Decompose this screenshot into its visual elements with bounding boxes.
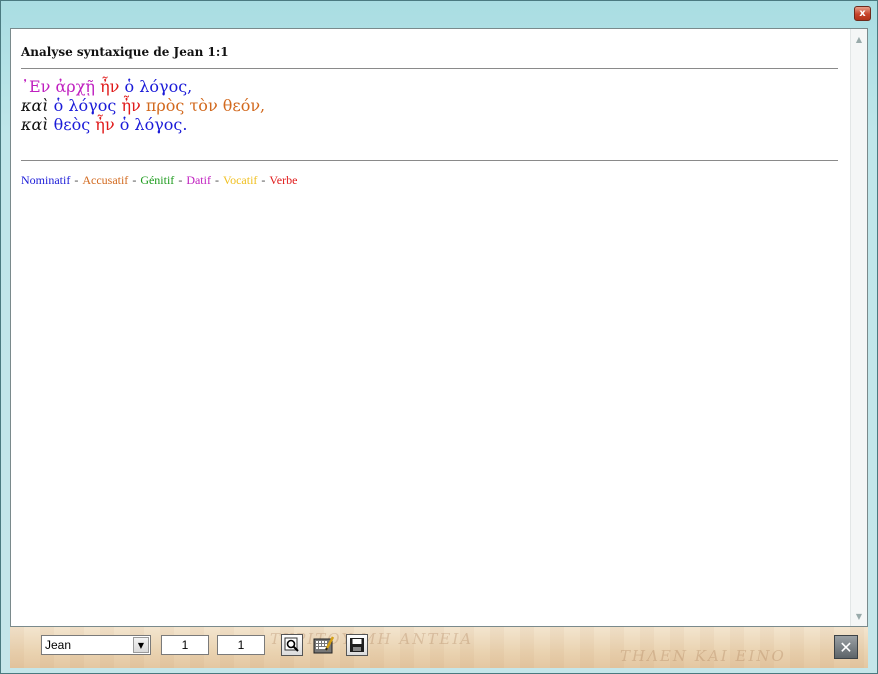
floppy-disk-icon <box>350 638 364 652</box>
greek-word: ὁ <box>53 96 64 115</box>
greek-word: θεὸς <box>53 115 91 134</box>
titlebar: x <box>1 1 877 27</box>
legend-item: Datif <box>186 173 211 187</box>
close-button[interactable]: ✕ <box>834 635 858 659</box>
greek-word: λόγος <box>68 96 117 115</box>
legend-item: Nominatif <box>21 173 71 187</box>
greek-word: ἀρχῇ <box>55 77 96 96</box>
verse-line: καὶ ὁ λόγος ἦν πρὸς τὸν θεόν, <box>21 96 838 115</box>
keyboard-edit-button[interactable] <box>313 634 335 656</box>
close-icon: x <box>859 8 866 19</box>
close-icon: ✕ <box>839 637 853 657</box>
greek-word: ἦν <box>95 115 115 134</box>
greek-word: ἦν <box>121 96 141 115</box>
greek-word: πρὸς <box>145 96 185 115</box>
vertical-scrollbar[interactable]: ▲ ▼ <box>850 29 867 626</box>
legend-separator: - <box>214 173 219 187</box>
search-button[interactable] <box>281 634 303 656</box>
page-title: Analyse syntaxique de Jean 1:1 <box>21 45 838 69</box>
legend-item: Vocatif <box>222 173 258 187</box>
greek-word: καὶ <box>21 96 49 115</box>
verse-line: ᾿Εν ἀρχῇ ἦν ὁ λόγος, <box>21 77 838 96</box>
greek-word: ἦν <box>100 77 120 96</box>
legend-separator: - <box>132 173 137 187</box>
greek-word: λόγος. <box>134 115 188 134</box>
legend-item: Verbe <box>269 173 298 187</box>
analysis-panel[interactable]: Analyse syntaxique de Jean 1:1 ᾿Εν ἀρχῇ … <box>10 28 868 627</box>
greek-word: λόγος, <box>139 77 193 96</box>
greek-verse: ᾿Εν ἀρχῇ ἦν ὁ λόγος, καὶ ὁ λόγος ἦν πρὸς … <box>21 69 838 134</box>
analysis-content: Analyse syntaxique de Jean 1:1 ᾿Εν ἀρχῇ … <box>21 45 838 188</box>
window-close-button[interactable]: x <box>854 6 871 21</box>
greek-word: ὁ <box>119 115 130 134</box>
verse-field[interactable]: 1 <box>217 635 265 655</box>
greek-word: ᾿Εν <box>21 77 51 96</box>
book-select-value: Jean <box>45 638 72 652</box>
legend-separator: - <box>74 173 79 187</box>
legend-item: Génitif <box>140 173 175 187</box>
chapter-field[interactable]: 1 <box>161 635 209 655</box>
parchment-decoration: ΤΗΛΕΝ ΚΑΙ ΕΙΝΟ <box>620 647 786 665</box>
book-select[interactable]: Jean ▼ <box>41 635 151 655</box>
legend-separator: - <box>178 173 183 187</box>
keyboard-pencil-icon <box>313 636 335 654</box>
greek-word: θεόν, <box>222 96 266 115</box>
legend-separator: - <box>261 173 266 187</box>
chevron-down-icon[interactable]: ▼ <box>133 637 149 653</box>
window-frame: x Analyse syntaxique de Jean 1:1 ᾿Εν ἀρχ… <box>0 0 878 674</box>
magnifier-icon <box>284 637 299 652</box>
scroll-up-arrow-icon[interactable]: ▲ <box>851 31 867 47</box>
greek-word: ὁ <box>124 77 135 96</box>
verse-line: καὶ θεὸς ἦν ὁ λόγος. <box>21 115 838 134</box>
greek-word: καὶ <box>21 115 49 134</box>
scroll-down-arrow-icon[interactable]: ▼ <box>851 608 867 624</box>
case-legend: Nominatif - Accusatif - Génitif - Datif - Vocati… <box>21 173 838 188</box>
toolbar-footer: ΤΚΡΙΤΟΥ ΜΗ ΑΝΤΕΙΑ ΤΗΛΕΝ ΚΑΙ ΕΙΝΟ Jean ▼ … <box>10 627 868 668</box>
divider <box>21 160 838 161</box>
legend-item: Accusatif <box>82 173 129 187</box>
greek-word: τὸν <box>189 96 218 115</box>
save-button[interactable] <box>346 634 368 656</box>
